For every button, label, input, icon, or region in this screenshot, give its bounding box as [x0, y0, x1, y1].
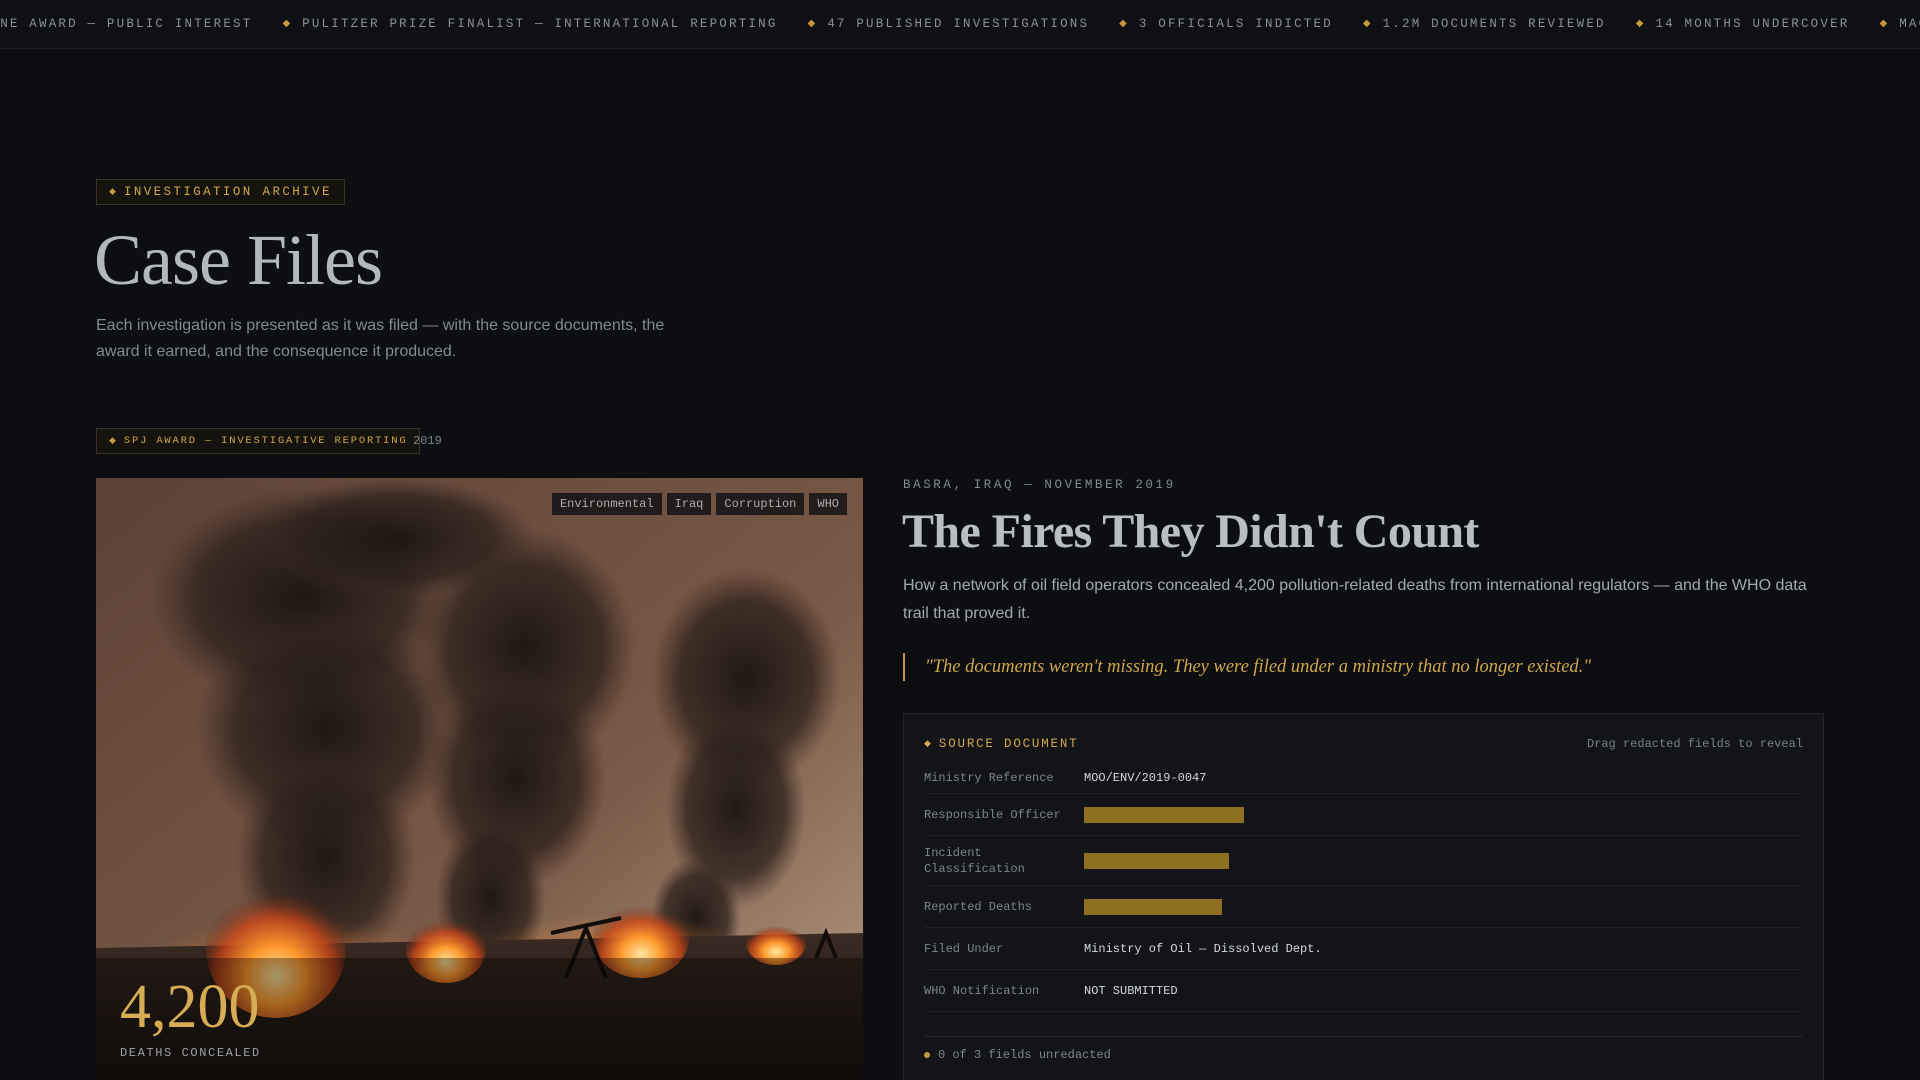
diamond-icon: ◆	[282, 19, 291, 30]
page-intro: Each investigation is presented as it wa…	[96, 317, 665, 360]
story-title[interactable]: The Fires They Didn't Count	[902, 502, 1479, 562]
redaction-bar[interactable]	[1084, 806, 1244, 823]
diamond-icon: ◆	[109, 187, 116, 197]
diamond-icon: ◆	[924, 739, 931, 749]
section-eyebrow: ◆ Investigation Archive	[96, 179, 345, 205]
diamond-icon: ◆	[1362, 19, 1371, 30]
tag[interactable]: Environmental	[551, 493, 662, 515]
document-field-row: Filed Under Ministry of Oil — Dissolved D…	[924, 928, 1803, 970]
field-label: Reported Deaths	[924, 899, 1033, 914]
eyebrow-label: Investigation Archive	[123, 185, 332, 199]
status-dot-icon	[924, 1052, 930, 1058]
source-document-title: ◆ Source Document	[924, 737, 1079, 751]
award-year: 2019	[413, 434, 442, 448]
document-field-row: WHO Notification NOT SUBMITTED	[924, 970, 1803, 1012]
diamond-icon: ◆	[807, 19, 816, 30]
page-title: Case Files	[94, 220, 383, 300]
tag[interactable]: Corruption	[716, 493, 805, 515]
redaction-bar[interactable]	[1084, 898, 1222, 915]
tag-list: Environmental Iraq Corruption WHO	[551, 493, 847, 515]
case-hero-image[interactable]: Environmental Iraq Corruption WHO 4,200 …	[96, 478, 863, 1080]
field-label: Responsible Officer	[924, 807, 1061, 822]
ticker-item: Magazine Award — Public Interest	[0, 17, 253, 31]
tag[interactable]: WHO	[809, 493, 847, 515]
award-label: SPJ Award — Investigative Reporting	[123, 435, 408, 447]
ticker-item: ◆ 1.2M Documents Reviewed	[1362, 17, 1606, 31]
awards-ticker: Magazine Award — Public Interest ◆Pulitze…	[0, 0, 1920, 49]
field-label: Ministry Reference	[924, 770, 1054, 785]
pull-quote: "The documents weren't missing. They wer…	[903, 653, 1591, 681]
story-dek: How a network of oil field operators con…	[903, 577, 1807, 622]
document-field-row: Reported Deaths	[924, 886, 1803, 928]
field-label: WHO Notification	[924, 983, 1040, 998]
ticker-track: Magazine Award — Public Interest ◆Pulitze…	[0, 0, 1920, 48]
diamond-icon: ◆	[1635, 19, 1644, 30]
ticker-item: ◆ 47 Published Investigations	[807, 17, 1090, 31]
ticker-item: ◆ 3 Officials Indicted	[1119, 17, 1333, 31]
diamond-icon: ◆	[1119, 19, 1127, 30]
document-field-row: Incident Classification	[924, 836, 1803, 886]
field-label: Filed Under	[924, 941, 1004, 956]
field-value: NOT SUBMITTED	[1084, 983, 1178, 998]
redaction-status: 0 of 3 fields unredacted	[924, 1036, 1803, 1062]
award-badge: ◆ SPJ Award — Investigative Reporting	[96, 428, 421, 454]
source-document-panel: ◆ Source Document Drag redacted fields t…	[903, 713, 1824, 1080]
diamond-icon: ◆	[109, 436, 116, 446]
ticker-item: ◆Magazine Award — Public Interest	[1879, 17, 1920, 31]
document-fields: Ministry Reference MOO/ENV/2019-0047 Respo…	[924, 768, 1803, 1012]
field-label: Incident Classification	[924, 845, 1025, 876]
redaction-hint: Drag redacted fields to reveal	[1586, 737, 1803, 751]
tag[interactable]: Iraq	[666, 493, 712, 515]
redaction-status-text: 0 of 3 fields unredacted	[938, 1048, 1111, 1062]
stat-label: Deaths Concealed	[120, 1046, 261, 1060]
redaction-bar[interactable]	[1084, 852, 1229, 869]
dateline: Basra, Iraq — November 2019	[903, 478, 1176, 492]
document-field-row: Ministry Reference MOO/ENV/2019-0047	[924, 762, 1803, 794]
stat-number: 4,200	[120, 973, 260, 1041]
document-field-row: Responsible Officer	[924, 794, 1803, 836]
field-value: Ministry of Oil — Dissolved Dept.	[1084, 941, 1322, 956]
diamond-icon: ◆	[1879, 19, 1888, 30]
field-value: MOO/ENV/2019-0047	[1084, 770, 1207, 785]
ticker-item: ◆ Pulitzer Prize Finalist — International…	[282, 17, 778, 31]
ticker-item: ◆ 14 Months Undercover	[1635, 17, 1850, 31]
